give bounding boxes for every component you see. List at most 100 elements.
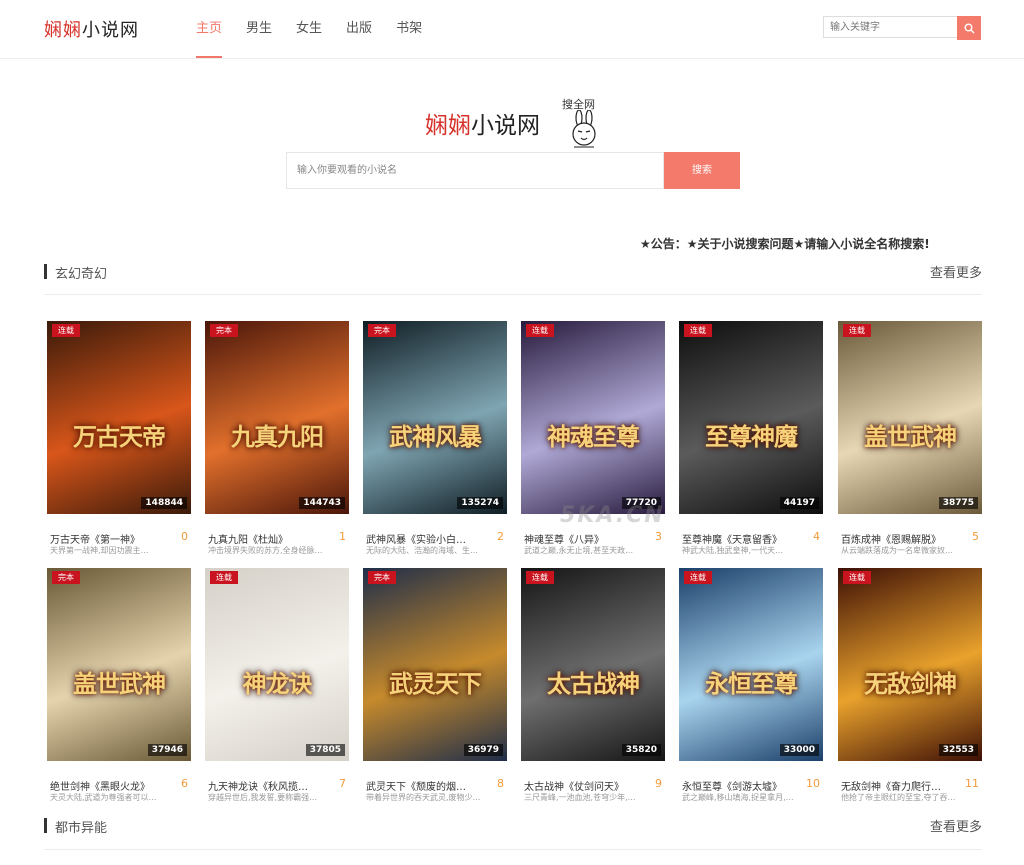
section-header-dushi: 都市异能 查看更多 (44, 816, 982, 836)
status-badge: 连载 (526, 571, 554, 584)
nav-female[interactable]: 女生 (296, 0, 322, 58)
book-description: 天界第一战神,却因功震主… (50, 546, 149, 555)
book-title-link[interactable]: 神魂至尊《八异》 (524, 531, 648, 546)
section-title: 都市异能 (55, 821, 108, 836)
status-badge: 连载 (210, 571, 238, 584)
book-title-link[interactable]: 万古天帝《第一神》 (50, 531, 174, 546)
view-more-link[interactable]: 查看更多 (930, 262, 982, 281)
view-count: 37946 (147, 744, 187, 756)
rank-number: 3 (655, 530, 662, 543)
logo-dark-text: 小说网 (82, 20, 139, 41)
status-badge: 完本 (210, 324, 238, 337)
watermark: 5KA.CN (560, 503, 665, 528)
view-count: 37805 (305, 744, 345, 756)
book-title-link[interactable]: 绝世剑神《黑眼火龙》 (50, 778, 174, 793)
book-description: 从云端跌落成为一名卑微家奴… (841, 546, 953, 555)
rank-number: 2 (497, 530, 504, 543)
book-title-link[interactable]: 太古战神《仗剑问天》 (524, 778, 648, 793)
book-cover[interactable]: 神魂至尊 连载 77720 (521, 321, 665, 514)
status-badge: 完本 (368, 324, 396, 337)
book-cover[interactable]: 盖世武神 连载 38775 (838, 321, 982, 514)
book-title-link[interactable]: 至尊神魔《天意留香》 (682, 531, 806, 546)
section-title: 玄幻奇幻 (55, 267, 108, 282)
book-description: 冲击境界失败的苏方,全身经脉… (208, 546, 323, 555)
rank-number: 5 (972, 530, 979, 543)
book-cover[interactable]: 武神风暴 完本 135274 (363, 321, 507, 514)
status-badge: 连载 (684, 324, 712, 337)
cover-title-art: 九真九阳 (231, 422, 324, 451)
cover-title-art: 无敌剑神 (864, 669, 957, 698)
book-description: 神武大陆,独武皇神,一代天… (682, 546, 784, 555)
rank-number: 0 (181, 530, 188, 543)
status-badge: 连载 (843, 324, 871, 337)
cover-title-art: 武神风暴 (389, 422, 482, 451)
rank-number: 11 (965, 777, 979, 790)
hero-logo: 搜全网 娴娴小说网 (425, 96, 605, 150)
cover-title-art: 永恒至尊 (705, 669, 798, 698)
book-cover[interactable]: 万古天帝 连载 148844 (47, 321, 191, 514)
rank-number: 1 (339, 530, 346, 543)
main-nav: 主页 男生 女生 出版 书架 (196, 0, 446, 58)
nav-bookshelf[interactable]: 书架 (396, 0, 422, 58)
nav-publish[interactable]: 出版 (346, 0, 372, 58)
rank-number: 6 (181, 777, 188, 790)
book-cover[interactable]: 无敌剑神 连载 32553 (838, 568, 982, 761)
status-badge: 连载 (52, 324, 80, 337)
status-badge: 完本 (368, 571, 396, 584)
section-divider (44, 849, 982, 850)
book-title-link[interactable]: 武神风暴《实验小白… (366, 531, 490, 546)
book-description: 武之巅峰,移山填海,捉星拿月,… (682, 793, 794, 802)
rank-number: 10 (806, 777, 820, 790)
book-title-link[interactable]: 九真九阳《杜灿》 (208, 531, 332, 546)
book-title-link[interactable]: 九天神龙诀《秋风揽… (208, 778, 332, 793)
top-search-button[interactable] (957, 16, 981, 40)
view-more-link[interactable]: 查看更多 (930, 816, 982, 835)
rank-number: 7 (339, 777, 346, 790)
hero-logo-red-text: 娴娴 (425, 113, 471, 139)
cover-title-art: 太古战神 (547, 669, 640, 698)
book-title-link[interactable]: 永恒至尊《剑游太墟》 (682, 778, 806, 793)
book-cover[interactable]: 太古战神 连载 35820 (521, 568, 665, 761)
cover-title-art: 至尊神魔 (705, 422, 798, 451)
logo-red-text: 娴娴 (44, 20, 82, 41)
hero-search-input[interactable] (286, 152, 664, 189)
section-bar (44, 818, 47, 833)
book-cover[interactable]: 至尊神魔 连载 44197 (679, 321, 823, 514)
book-description: 三尺青峰,一池血池,苍穹少年,… (524, 793, 636, 802)
book-cover[interactable]: 神龙诀 连载 37805 (205, 568, 349, 761)
book-description: 无际的大陆、浩瀚的海域、生… (366, 546, 478, 555)
status-badge: 连载 (526, 324, 554, 337)
book-description: 带着异世界的吞天武灵,废物少… (366, 793, 481, 802)
announcement: ★公告：★关于小说搜索问题★请输入小说全名称搜索! (640, 237, 930, 251)
book-title-link[interactable]: 百炼成神《恩赐解脱》 (841, 531, 965, 546)
rank-number: 8 (497, 777, 504, 790)
book-cover[interactable]: 永恒至尊 连载 33000 (679, 568, 823, 761)
view-count: 35820 (621, 744, 661, 756)
view-count: 33000 (779, 744, 819, 756)
book-cover[interactable]: 盖世武神 完本 37946 (47, 568, 191, 761)
book-title-link[interactable]: 无敌剑神《奋力爬行… (841, 778, 965, 793)
section-bar (44, 264, 47, 279)
nav-home[interactable]: 主页 (196, 0, 223, 58)
hero-search-button[interactable]: 搜索 (664, 152, 740, 189)
section-divider (44, 294, 982, 295)
cover-title-art: 盖世武神 (73, 669, 166, 698)
book-description: 天灵大陆,武道为尊强者可以… (50, 793, 157, 802)
book-description: 他抢了帝主眼红的至宝,夺了吞… (841, 793, 956, 802)
rank-number: 9 (655, 777, 662, 790)
site-logo[interactable]: 娴娴小说网 (44, 16, 139, 42)
top-search-input[interactable] (823, 16, 957, 38)
view-count: 148844 (141, 497, 187, 509)
view-count: 36979 (463, 744, 503, 756)
view-count: 32553 (938, 744, 978, 756)
book-cover[interactable]: 九真九阳 完本 144743 (205, 321, 349, 514)
hero-logo-dark-text: 小说网 (471, 113, 540, 139)
cover-title-art: 万古天帝 (73, 422, 166, 451)
view-count: 144743 (299, 497, 345, 509)
book-cover[interactable]: 武灵天下 完本 36979 (363, 568, 507, 761)
nav-male[interactable]: 男生 (246, 0, 272, 58)
book-title-link[interactable]: 武灵天下《颓废的烟… (366, 778, 490, 793)
top-search (823, 16, 981, 40)
search-icon (964, 23, 974, 33)
book-description: 武道之巅,永无止境,甚至天政… (524, 546, 634, 555)
